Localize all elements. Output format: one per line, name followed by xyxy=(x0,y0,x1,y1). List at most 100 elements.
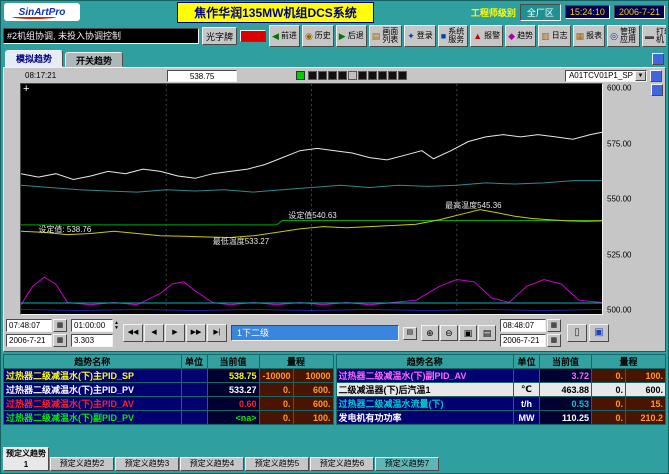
toolbar-button-report[interactable]: ▦报表 xyxy=(573,25,606,47)
tab-analog-trend[interactable]: 模拟趋势 xyxy=(5,50,63,67)
header-value: 当前值 xyxy=(207,355,259,369)
predefined-trend-tab-5[interactable]: 预定义趋势5 xyxy=(245,457,309,471)
trend-row[interactable]: 过热器二级减温水(下)副PID_PV<na>0.100. xyxy=(4,411,334,425)
y-axis-label: 525.00 xyxy=(607,250,631,259)
rewind-button[interactable]: ◀◀ xyxy=(123,324,143,342)
y-axis-label: 500.00 xyxy=(607,306,631,315)
cell-name: 过热器二级减温水流量(下) xyxy=(336,397,514,411)
pen-indicator-2[interactable] xyxy=(318,71,327,80)
chart-config-button[interactable] xyxy=(650,70,662,82)
predefined-trend-tab-1[interactable]: 预定义趋势1 xyxy=(3,447,49,471)
toolbar-button-login[interactable]: ✦登录 xyxy=(404,25,436,47)
header-value: 当前值 xyxy=(540,355,592,369)
chart-annotation: 设定值540.63 xyxy=(288,212,336,220)
go-to-end-button[interactable]: ▶| xyxy=(207,324,227,342)
trend-row[interactable]: 过热器二级减温水(下)副PID_AV3.720.100. xyxy=(336,369,666,383)
start-date-field[interactable]: 2006-7-21 xyxy=(6,334,52,347)
run-led-indicator xyxy=(296,71,305,80)
toolbar-button-back[interactable]: ◀前进 xyxy=(269,25,300,47)
cell-lo: 0. xyxy=(592,369,626,383)
pen-indicator-9[interactable] xyxy=(388,71,397,80)
start-time-field[interactable]: 07:48:07 xyxy=(6,319,52,332)
selected-trend-field[interactable]: 1下二级 xyxy=(231,325,399,341)
axis-config-button[interactable] xyxy=(651,84,663,96)
trend-row[interactable]: 过热器二级减温水(下)主PID_SP538.75-1000010000 xyxy=(4,369,334,383)
pen-indicator-3[interactable] xyxy=(328,71,337,80)
fast-forward-button[interactable]: ▶▶ xyxy=(186,324,206,342)
toolbar-button-history[interactable]: ◉历史 xyxy=(302,25,334,47)
signal-name: A01TCV01P1_SP xyxy=(569,71,633,80)
trend-row[interactable]: 发电机有功功率MW110.250.210.2 xyxy=(336,411,666,425)
new-page-button[interactable]: ▯ xyxy=(567,324,587,342)
toolbar-button-label: 管理应用 xyxy=(620,28,637,44)
alarm-indicator[interactable] xyxy=(240,30,266,42)
duration-spinner[interactable]: ▲ ▼ xyxy=(114,321,119,331)
predefined-trend-tab-2[interactable]: 预定义趋势2 xyxy=(50,457,114,471)
trend-row[interactable]: 过热器二级减温水(下)主PID_AV0.600.600. xyxy=(4,397,334,411)
save-button[interactable]: ▣ xyxy=(589,324,609,342)
toolbar-button-log[interactable]: ▥日志 xyxy=(538,25,571,47)
pen-indicator-10[interactable] xyxy=(398,71,407,80)
toolbar-button-forward[interactable]: ▶后退 xyxy=(336,25,367,47)
save-image-button[interactable]: ▣ xyxy=(459,325,477,341)
start-time-calendar-icon[interactable]: ▦ xyxy=(53,319,67,332)
play-button[interactable]: ▶ xyxy=(165,324,185,342)
pen-indicator-5[interactable] xyxy=(348,71,357,80)
pen-indicator-8[interactable] xyxy=(378,71,387,80)
zoom-in-button[interactable]: ⊕ xyxy=(421,325,439,341)
y-axis-label: 575.00 xyxy=(607,139,631,148)
area-selector[interactable]: 全厂区 xyxy=(520,4,561,21)
system-title: 焦作华润135MW机组DCS系统 xyxy=(177,2,374,23)
pen-indicator-6[interactable] xyxy=(358,71,367,80)
step-back-button[interactable]: ◀ xyxy=(144,324,164,342)
pen-indicator-1[interactable] xyxy=(308,71,317,80)
print-trend-button[interactable]: ▤ xyxy=(478,325,496,341)
pen-indicator-4[interactable] xyxy=(338,71,347,80)
predefined-trend-tabs: 预定义趋势1预定义趋势2预定义趋势3预定义趋势4预定义趋势5预定义趋势6预定义趋… xyxy=(1,427,668,473)
app-logo: SinArtPro xyxy=(4,3,80,21)
header-unit: 单位 xyxy=(181,355,207,369)
window-config-button[interactable] xyxy=(652,53,664,65)
pen-indicator-7[interactable] xyxy=(368,71,377,80)
signal-selector[interactable]: A01TCV01P1_SP ▼ xyxy=(565,70,647,82)
end-time-calendar-icon[interactable]: ▦ xyxy=(547,319,561,332)
toolbar-button-system-service[interactable]: ■系统服务 xyxy=(438,25,468,47)
annunciator-button[interactable]: 光字牌 xyxy=(202,27,237,45)
chart-left-strip xyxy=(4,83,20,315)
predefined-trend-tab-7[interactable]: 预定义趋势7 xyxy=(375,457,439,471)
trend-list-button[interactable]: ▤ xyxy=(403,327,417,340)
trend-plot[interactable]: 设定值: 538.76最低温度533.27设定值540.63最高温度545.36… xyxy=(20,83,603,315)
end-date-calendar-icon[interactable]: ▦ xyxy=(547,334,561,347)
cursor-value: 538.75 xyxy=(167,70,237,82)
toolbar-button-alarm-bell[interactable]: ▲报警 xyxy=(470,25,503,47)
user-level-label: 工程师级别 xyxy=(471,6,516,19)
trend-row[interactable]: 过热器二级减温水(下)主PID_PV533.270.600. xyxy=(4,383,334,397)
toolbar-button-printer[interactable]: ▬打印机 xyxy=(642,25,666,47)
duration-group: 01:00:00 ▲ ▼ 3.303 xyxy=(71,319,119,347)
login-icon: ✦ xyxy=(407,32,415,41)
predefined-trend-tab-6[interactable]: 预定义趋势6 xyxy=(310,457,374,471)
chevron-down-icon[interactable]: ▼ xyxy=(635,71,646,81)
end-time-field[interactable]: 08:48:07 xyxy=(500,319,546,332)
toolbar-button-trend[interactable]: ◆趋势 xyxy=(505,25,536,47)
toolbar-button-label: 趋势 xyxy=(517,32,533,40)
spinner-down-icon[interactable]: ▼ xyxy=(114,326,119,331)
end-date-field[interactable]: 2006-7-21 xyxy=(500,334,546,347)
duration-field[interactable]: 01:00:00 xyxy=(71,319,113,332)
playback-buttons: ◀◀◀▶▶▶▶| xyxy=(123,324,227,342)
cell-value: 0.53 xyxy=(540,397,592,411)
zoom-out-button[interactable]: ⊖ xyxy=(440,325,458,341)
trend-row[interactable]: 二级减温器(下)后汽温1℃463.880.600. xyxy=(336,383,666,397)
tab-switch-trend[interactable]: 开关趋势 xyxy=(65,52,123,67)
trend-row[interactable]: 过热器二级减温水流量(下)t/h0.530.15. xyxy=(336,397,666,411)
cell-hi: 100. xyxy=(293,411,333,425)
cell-hi: 600. xyxy=(293,383,333,397)
chart-annotation: 最高温度545.36 xyxy=(445,202,501,210)
toolbar-button-admin-apps[interactable]: ◎管理应用 xyxy=(607,25,640,47)
span-value-field[interactable]: 3.303 xyxy=(71,334,113,347)
cell-unit: t/h xyxy=(514,397,540,411)
start-date-calendar-icon[interactable]: ▦ xyxy=(53,334,67,347)
predefined-trend-tab-3[interactable]: 预定义趋势3 xyxy=(115,457,179,471)
predefined-trend-tab-4[interactable]: 预定义趋势4 xyxy=(180,457,244,471)
toolbar-button-screen-list[interactable]: ▤画面列表 xyxy=(369,25,403,47)
